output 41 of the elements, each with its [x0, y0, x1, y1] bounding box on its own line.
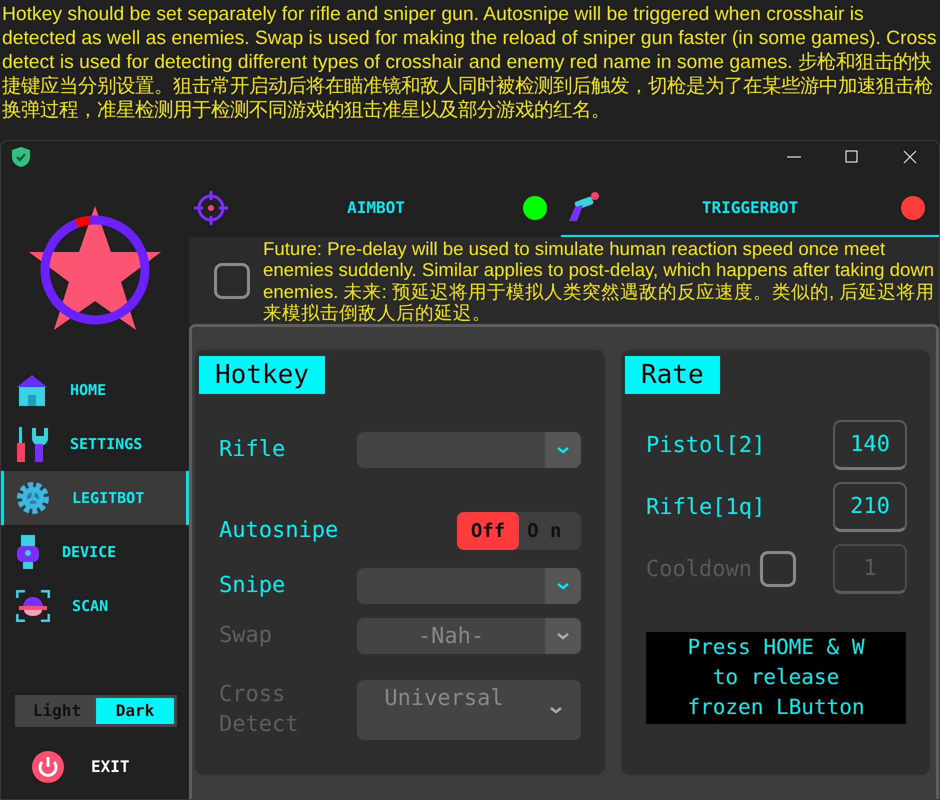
crosshair-icon: [193, 190, 229, 226]
exit-button[interactable]: EXIT: [25, 749, 189, 785]
minimize-icon: [787, 156, 801, 158]
chevron-icon: [549, 705, 563, 715]
house-icon: [16, 373, 48, 407]
field-label: Rifle[1q]: [646, 494, 766, 522]
checkbox[interactable]: [214, 262, 250, 298]
hint-line: to release: [712, 664, 840, 691]
number-field[interactable]: 140: [833, 420, 907, 470]
nav-item[interactable]: SETTINGS: [1, 417, 189, 471]
chevron-icon: [556, 445, 570, 455]
number-field[interactable]: 210: [833, 482, 907, 532]
gear-icon: [16, 481, 50, 515]
dropdown[interactable]: [357, 432, 581, 468]
panel-title: Rate: [625, 356, 720, 394]
maximize-icon: [844, 149, 860, 165]
nav-item[interactable]: HOME: [1, 363, 189, 417]
nav-item[interactable]: DEVICE: [1, 525, 189, 579]
shield-icon: [11, 146, 31, 168]
toggle-option[interactable]: Off: [457, 512, 519, 550]
close-icon: [902, 149, 918, 165]
tools-icon: [16, 424, 48, 464]
chevron-icon: [556, 581, 570, 591]
nav-item[interactable]: LEGITBOT: [1, 471, 189, 525]
theme-option[interactable]: Dark: [96, 698, 174, 724]
face-scan-icon: [16, 590, 50, 622]
dropdown[interactable]: [357, 568, 581, 604]
chevron-icon: [556, 631, 570, 641]
hint-line: Press HOME & W: [686, 634, 866, 661]
field-label: Rifle: [219, 436, 286, 464]
nav-item[interactable]: SCAN: [1, 579, 189, 633]
field-label: Autosnipe: [219, 517, 340, 545]
instructions-text: Hotkey should be set separately for rifle and sniper gun. Autosnipe will be triggered when crosshair is detected as well as enemies. Swap is used for making the reload of sniper gun faster (in some games). Cross detect is used for detecting different types of crosshair and enemy red name in some games. 步枪和狙击的快捷键应当分别设置。狙击常开启动后将在瞄准镜和敌人同时被检测到后触发，切枪是为了在某些游中加速狙击枪换弹过程，准星检测用于检测不同游戏的狙击准星以及部分游戏的红名。: [1, 3, 938, 123]
hint-line: frozen LButton: [686, 694, 866, 721]
tab[interactable]: AIMBOT: [189, 181, 561, 237]
power-icon: [31, 750, 65, 784]
panel-title: Hotkey: [199, 356, 325, 394]
field-label: Pistol[2]: [646, 432, 766, 460]
usb-icon: [16, 534, 40, 570]
notice-text: Future: Pre-delay will be used to simulate human reaction speed once meet enemies suddenly. Similar applies to post-delay, which happens after taking down enemies. 未来: 预延迟将用于模拟人类突然遇敌的反应速度。类似的, 后延迟将用来模拟击倒敌人后的延迟。: [263, 238, 936, 324]
field-label: Snipe: [219, 572, 286, 600]
